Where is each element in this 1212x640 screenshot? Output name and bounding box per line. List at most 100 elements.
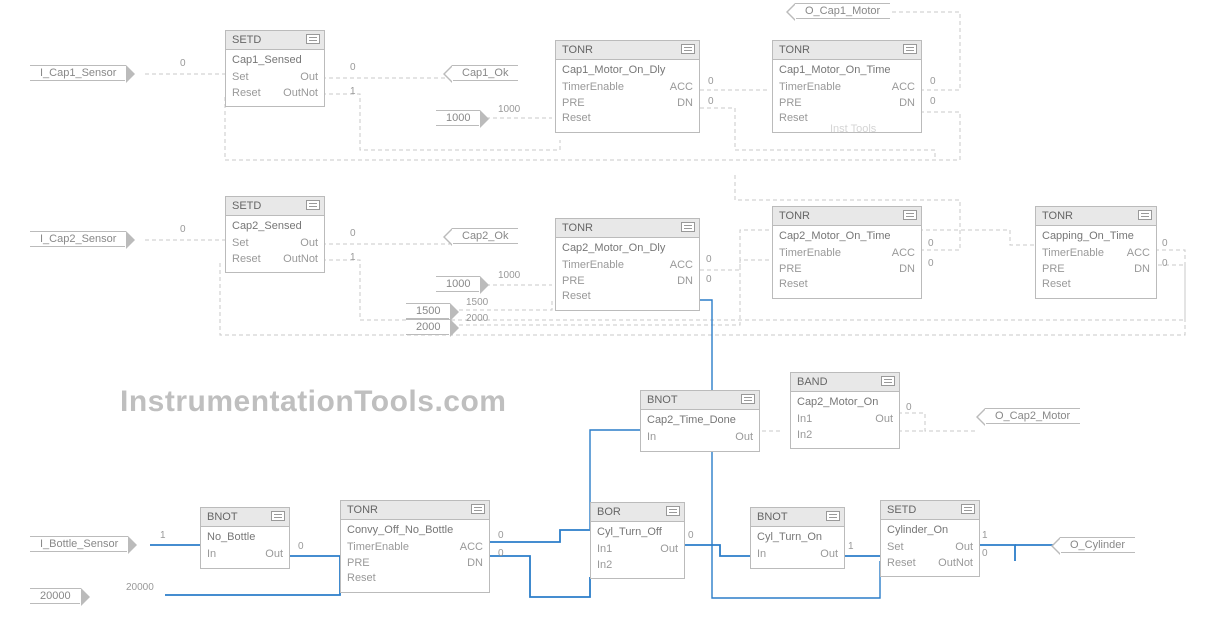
block-menu-icon[interactable] <box>903 44 917 54</box>
block-type-label: BOR <box>591 503 684 522</box>
wire-label: 0 <box>298 541 304 552</box>
wire-label: 1500 <box>466 297 488 308</box>
const-1000-a: 1000 <box>436 110 480 126</box>
block-type-label: SETD <box>881 501 979 520</box>
block-title: Capping_On_Time <box>1042 229 1150 244</box>
block-title: Cap2_Sensed <box>232 219 318 234</box>
wire-label: 0 <box>708 76 714 87</box>
wire-label: 0 <box>180 224 186 235</box>
block-menu-icon[interactable] <box>681 222 695 232</box>
block-title: Cap2_Motor_On_Dly <box>562 241 693 256</box>
wire-label: 0 <box>928 238 934 249</box>
wire-label: 1000 <box>498 104 520 115</box>
block-type-label: TONR <box>556 41 699 60</box>
block-type-label: SETD <box>226 197 324 216</box>
block-tonr-cap1-motor-on-time[interactable]: TONR Cap1_Motor_On_Time TimerEnableACC P… <box>772 40 922 133</box>
block-menu-icon[interactable] <box>881 376 895 386</box>
block-menu-icon[interactable] <box>306 34 320 44</box>
ref-cap1-ok: Cap1_Ok <box>452 65 518 81</box>
block-bnot-no-bottle[interactable]: BNOT No_Bottle InOut <box>200 507 290 569</box>
watermark-main: InstrumentationTools.com <box>120 385 506 419</box>
wire-label: 1 <box>848 541 854 552</box>
block-menu-icon[interactable] <box>306 200 320 210</box>
block-band-cap2-motor-on[interactable]: BAND Cap2_Motor_On In1Out In2 <box>790 372 900 449</box>
wire-label: 0 <box>1162 258 1168 269</box>
block-menu-icon[interactable] <box>271 511 285 521</box>
block-title: Cap1_Motor_On_Time <box>779 63 915 78</box>
block-title: Convy_Off_No_Bottle <box>347 523 483 538</box>
wire-label: 0 <box>498 548 504 559</box>
block-menu-icon[interactable] <box>681 44 695 54</box>
wire-label: 0 <box>928 258 934 269</box>
block-menu-icon[interactable] <box>666 506 680 516</box>
block-tonr-cap1-motor-on-dly[interactable]: TONR Cap1_Motor_On_Dly TimerEnableACC PR… <box>555 40 700 133</box>
block-type-label: BNOT <box>201 508 289 527</box>
block-type-label: TONR <box>773 207 921 226</box>
block-tonr-convy-off-no-bottle[interactable]: TONR Convy_Off_No_Bottle TimerEnableACC … <box>340 500 490 593</box>
block-type-label: BNOT <box>641 391 759 410</box>
block-title: Cap2_Motor_On <box>797 395 893 410</box>
block-title: Cap2_Motor_On_Time <box>779 229 915 244</box>
block-type-label: TONR <box>1036 207 1156 226</box>
wire-label: 1 <box>160 530 166 541</box>
wire-label: 0 <box>350 62 356 73</box>
block-menu-icon[interactable] <box>741 394 755 404</box>
block-type-label: TONR <box>556 219 699 238</box>
block-menu-icon[interactable] <box>826 511 840 521</box>
wire-label: 1000 <box>498 270 520 281</box>
block-menu-icon[interactable] <box>903 210 917 220</box>
wire-label: 20000 <box>126 582 154 593</box>
block-tonr-capping-on-time[interactable]: TONR Capping_On_Time TimerEnableACC PRED… <box>1035 206 1157 299</box>
block-menu-icon[interactable] <box>1138 210 1152 220</box>
input-cap2-sensor: I_Cap2_Sensor <box>30 231 126 247</box>
wire-label: 0 <box>688 530 694 541</box>
wire-label: 0 <box>706 254 712 265</box>
wire-label: 0 <box>498 530 504 541</box>
block-type-label: TONR <box>341 501 489 520</box>
block-tonr-cap2-motor-on-time[interactable]: TONR Cap2_Motor_On_Time TimerEnableACC P… <box>772 206 922 299</box>
block-title: No_Bottle <box>207 530 283 545</box>
wire-label: 0 <box>708 96 714 107</box>
block-type-label: TONR <box>773 41 921 60</box>
wire-label: 0 <box>906 402 912 413</box>
block-type-label: BNOT <box>751 508 844 527</box>
block-bnot-cyl-turn-on[interactable]: BNOT Cyl_Turn_On InOut <box>750 507 845 569</box>
wire-label: 1 <box>982 530 988 541</box>
const-2000: 2000 <box>406 319 450 335</box>
block-setd-cylinder-on[interactable]: SETD Cylinder_On SetOut ResetOutNot <box>880 500 980 577</box>
block-tonr-cap2-motor-on-dly[interactable]: TONR Cap2_Motor_On_Dly TimerEnableACC PR… <box>555 218 700 311</box>
wire-label: 0 <box>1162 238 1168 249</box>
block-bnot-cap2-time-done[interactable]: BNOT Cap2_Time_Done InOut <box>640 390 760 452</box>
const-1000-b: 1000 <box>436 276 480 292</box>
block-setd-cap1-sensed[interactable]: SETD Cap1_Sensed SetOut ResetOutNot <box>225 30 325 107</box>
wire-label: 1 <box>350 86 356 97</box>
output-cap2-motor: O_Cap2_Motor <box>985 408 1080 424</box>
wire-label: 0 <box>982 548 988 559</box>
block-title: Cylinder_On <box>887 523 973 538</box>
output-cap1-motor: O_Cap1_Motor <box>795 3 890 19</box>
input-bottle-sensor: I_Bottle_Sensor <box>30 536 128 552</box>
block-title: Cap2_Time_Done <box>647 413 753 428</box>
block-title: Cap1_Motor_On_Dly <box>562 63 693 78</box>
block-title: Cap1_Sensed <box>232 53 318 68</box>
output-cylinder: O_Cylinder <box>1060 537 1135 553</box>
wire-label: 0 <box>930 76 936 87</box>
const-1500: 1500 <box>406 303 450 319</box>
block-type-label: SETD <box>226 31 324 50</box>
wire-label: 0 <box>180 58 186 69</box>
block-type-label: BAND <box>791 373 899 392</box>
wire-label: 1 <box>350 252 356 263</box>
watermark-small: Inst Tools <box>830 123 876 135</box>
block-menu-icon[interactable] <box>471 504 485 514</box>
wire-label: 0 <box>706 274 712 285</box>
ref-cap2-ok: Cap2_Ok <box>452 228 518 244</box>
wire-label: 2000 <box>466 313 488 324</box>
block-title: Cyl_Turn_Off <box>597 525 678 540</box>
block-setd-cap2-sensed[interactable]: SETD Cap2_Sensed SetOut ResetOutNot <box>225 196 325 273</box>
const-20000: 20000 <box>30 588 81 604</box>
input-cap1-sensor: I_Cap1_Sensor <box>30 65 126 81</box>
block-menu-icon[interactable] <box>961 504 975 514</box>
block-bor-cyl-turn-off[interactable]: BOR Cyl_Turn_Off In1Out In2 <box>590 502 685 579</box>
wire-label: 0 <box>930 96 936 107</box>
wire-label: 0 <box>350 228 356 239</box>
